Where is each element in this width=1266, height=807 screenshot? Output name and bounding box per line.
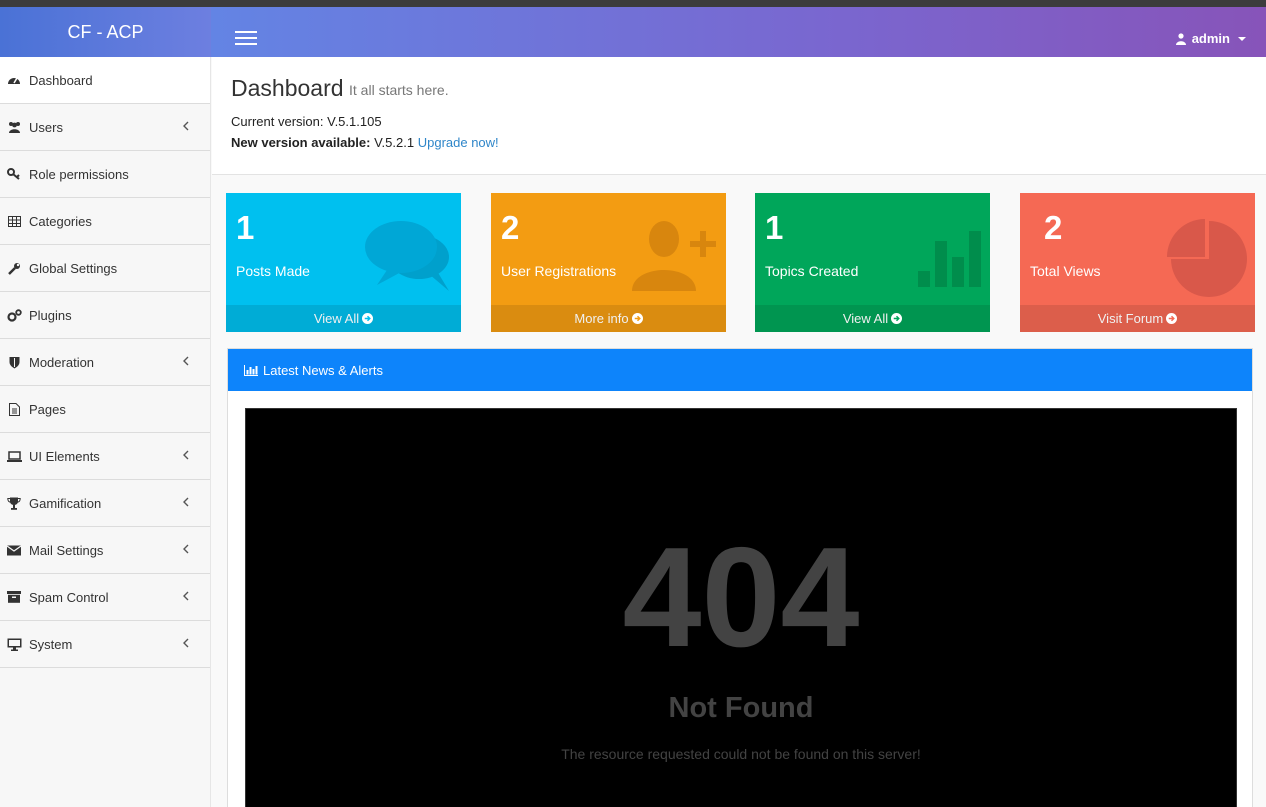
cogs-icon xyxy=(6,308,22,322)
news-panel-header: Latest News & Alerts xyxy=(228,349,1252,391)
stat-view-all-link[interactable]: View All xyxy=(755,305,990,332)
shield-icon xyxy=(6,355,22,369)
page-title: Dashboard xyxy=(231,75,344,101)
arrow-circle-right-icon xyxy=(1166,313,1178,324)
chevron-left-icon xyxy=(183,497,189,507)
sidebar-item-pages[interactable]: Pages xyxy=(0,386,210,433)
bar-chart-icon xyxy=(918,231,981,287)
error-message: The resource requested could not be foun… xyxy=(561,746,921,762)
file-icon xyxy=(6,402,22,416)
window-top-strip xyxy=(0,0,1266,7)
news-iframe[interactable]: 404 Not Found The resource requested cou… xyxy=(245,408,1237,807)
sidebar-item-label: Users xyxy=(29,119,63,135)
stat-more-info-link[interactable]: More info xyxy=(491,305,726,332)
user-plus-icon xyxy=(632,221,716,291)
sidebar-item-label: Spam Control xyxy=(29,589,109,605)
laptop-icon xyxy=(6,449,22,463)
user-menu[interactable]: admin xyxy=(1175,31,1246,46)
bar-chart-icon xyxy=(244,364,258,376)
news-panel-title: Latest News & Alerts xyxy=(263,362,383,378)
stat-box-topics: 1 Topics Created View All xyxy=(755,193,990,332)
sidebar-item-moderation[interactable]: Moderation xyxy=(0,339,210,386)
desktop-icon xyxy=(6,637,22,651)
news-panel: Latest News & Alerts 404 Not Found The r… xyxy=(227,348,1253,807)
sidebar-item-label: UI Elements xyxy=(29,448,100,464)
sidebar-item-label: Categories xyxy=(29,213,92,229)
sidebar-item-categories[interactable]: Categories xyxy=(0,198,210,245)
error-code: 404 xyxy=(622,518,860,677)
chevron-left-icon xyxy=(183,638,189,648)
stat-value: 2 xyxy=(501,209,520,246)
arrow-circle-right-icon xyxy=(631,313,643,324)
user-name: admin xyxy=(1191,31,1230,46)
new-version-notice: New version available: V.5.2.1 Upgrade n… xyxy=(231,135,499,150)
stat-box-registrations: 2 User Registrations More info xyxy=(491,193,726,332)
new-version-value: V.5.2.1 xyxy=(374,135,415,150)
stat-link-label: View All xyxy=(842,311,889,326)
arrow-circle-right-icon xyxy=(891,313,903,324)
page-subtitle: It all starts here. xyxy=(349,82,449,98)
sidebar: Dashboard Users Role permissions Categor… xyxy=(0,57,211,807)
stat-value: 1 xyxy=(236,209,255,246)
trophy-icon xyxy=(6,496,22,510)
pie-chart-icon xyxy=(1167,219,1247,297)
sidebar-item-ui-elements[interactable]: UI Elements xyxy=(0,433,210,480)
stat-value: 2 xyxy=(1044,209,1063,246)
sidebar-toggle-icon[interactable] xyxy=(235,31,257,45)
stat-link-label: More info xyxy=(574,311,629,326)
stat-link-label: Visit Forum xyxy=(1097,311,1164,326)
user-icon xyxy=(1175,32,1186,45)
stat-value: 1 xyxy=(765,209,784,246)
sidebar-item-label: Dashboard xyxy=(29,72,93,88)
stat-label: Total Views xyxy=(1030,263,1101,279)
content-header: Dashboard It all starts here. Current ve… xyxy=(212,57,1266,175)
sidebar-item-dashboard[interactable]: Dashboard xyxy=(0,57,210,104)
comments-icon xyxy=(365,221,449,291)
sidebar-item-global-settings[interactable]: Global Settings xyxy=(0,245,210,292)
chevron-left-icon xyxy=(183,591,189,601)
sidebar-item-label: Global Settings xyxy=(29,260,118,276)
top-navbar: admin xyxy=(211,7,1266,57)
sidebar-item-plugins[interactable]: Plugins xyxy=(0,292,210,339)
chevron-left-icon xyxy=(183,356,189,366)
stat-view-all-link[interactable]: View All xyxy=(226,305,461,332)
stat-visit-forum-link[interactable]: Visit Forum xyxy=(1020,305,1255,332)
current-version: Current version: V.5.1.105 xyxy=(231,114,382,129)
brand-logo[interactable]: CF - ACP xyxy=(0,7,211,57)
stat-label: Topics Created xyxy=(765,263,859,279)
sidebar-item-spam-control[interactable]: Spam Control xyxy=(0,574,210,621)
error-title: Not Found xyxy=(668,692,814,724)
chevron-down-icon xyxy=(1238,36,1246,41)
sidebar-item-role-permissions[interactable]: Role permissions xyxy=(0,151,210,198)
sidebar-item-label: Gamification xyxy=(29,495,102,511)
dashboard-icon xyxy=(6,73,22,87)
sidebar-item-users[interactable]: Users xyxy=(0,104,210,151)
stat-label: User Registrations xyxy=(501,263,617,279)
users-icon xyxy=(6,120,22,134)
table-icon xyxy=(6,214,22,228)
sidebar-item-gamification[interactable]: Gamification xyxy=(0,480,210,527)
stat-link-label: View All xyxy=(313,311,360,326)
archive-icon xyxy=(6,590,22,604)
stat-box-posts: 1 Posts Made View All xyxy=(226,193,461,332)
new-version-label: New version available: xyxy=(231,135,371,150)
key-icon xyxy=(6,167,22,181)
stat-box-views: 2 Total Views Visit Forum xyxy=(1020,193,1255,332)
chevron-left-icon xyxy=(183,121,189,131)
stat-label: Posts Made xyxy=(236,263,310,279)
sidebar-item-label: Pages xyxy=(29,401,66,417)
sidebar-item-mail-settings[interactable]: Mail Settings xyxy=(0,527,210,574)
chevron-left-icon xyxy=(183,450,189,460)
sidebar-item-label: Moderation xyxy=(29,354,95,370)
sidebar-item-label: Role permissions xyxy=(29,166,129,182)
sidebar-item-system[interactable]: System xyxy=(0,621,210,668)
arrow-circle-right-icon xyxy=(362,313,374,324)
upgrade-link[interactable]: Upgrade now! xyxy=(418,135,499,150)
chevron-left-icon xyxy=(183,544,189,554)
envelope-icon xyxy=(6,543,22,557)
sidebar-item-label: Plugins xyxy=(29,307,72,323)
sidebar-item-label: Mail Settings xyxy=(29,542,104,558)
sidebar-item-label: System xyxy=(29,636,73,652)
wrench-icon xyxy=(6,261,22,275)
